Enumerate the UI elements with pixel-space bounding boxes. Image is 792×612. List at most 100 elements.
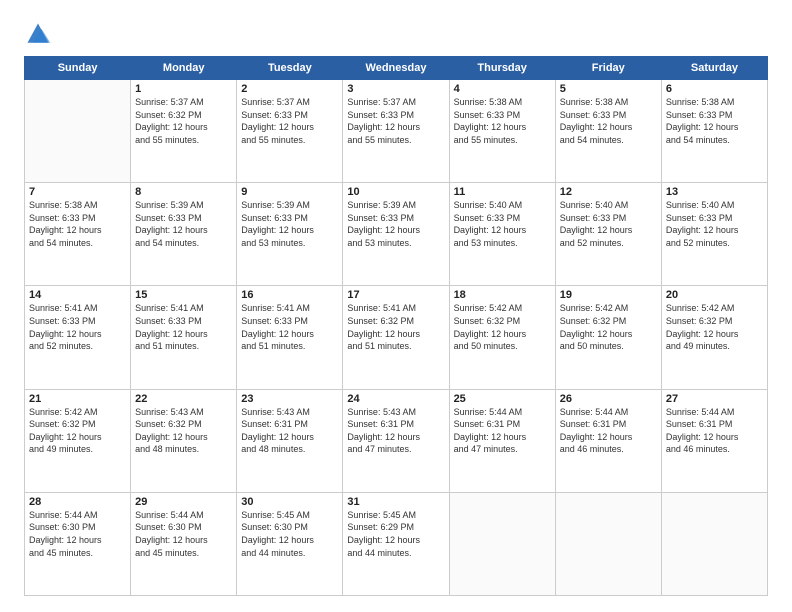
calendar-cell: 10Sunrise: 5:39 AM Sunset: 6:33 PM Dayli… — [343, 183, 449, 286]
weekday-header: Wednesday — [343, 57, 449, 80]
calendar-cell: 16Sunrise: 5:41 AM Sunset: 6:33 PM Dayli… — [237, 286, 343, 389]
calendar-cell: 20Sunrise: 5:42 AM Sunset: 6:32 PM Dayli… — [661, 286, 767, 389]
day-number: 8 — [135, 186, 232, 198]
calendar-cell: 17Sunrise: 5:41 AM Sunset: 6:32 PM Dayli… — [343, 286, 449, 389]
day-number: 22 — [135, 393, 232, 405]
day-info: Sunrise: 5:38 AM Sunset: 6:33 PM Dayligh… — [454, 96, 551, 146]
day-number: 5 — [560, 83, 657, 95]
calendar-cell: 28Sunrise: 5:44 AM Sunset: 6:30 PM Dayli… — [25, 492, 131, 595]
calendar-cell: 25Sunrise: 5:44 AM Sunset: 6:31 PM Dayli… — [449, 389, 555, 492]
logo — [24, 20, 56, 48]
day-info: Sunrise: 5:42 AM Sunset: 6:32 PM Dayligh… — [29, 406, 126, 456]
calendar-cell: 3Sunrise: 5:37 AM Sunset: 6:33 PM Daylig… — [343, 80, 449, 183]
calendar-cell: 18Sunrise: 5:42 AM Sunset: 6:32 PM Dayli… — [449, 286, 555, 389]
calendar-cell: 8Sunrise: 5:39 AM Sunset: 6:33 PM Daylig… — [131, 183, 237, 286]
header — [24, 20, 768, 48]
day-number: 21 — [29, 393, 126, 405]
day-info: Sunrise: 5:44 AM Sunset: 6:31 PM Dayligh… — [560, 406, 657, 456]
page: SundayMondayTuesdayWednesdayThursdayFrid… — [0, 0, 792, 612]
day-info: Sunrise: 5:37 AM Sunset: 6:33 PM Dayligh… — [241, 96, 338, 146]
calendar-cell: 30Sunrise: 5:45 AM Sunset: 6:30 PM Dayli… — [237, 492, 343, 595]
day-info: Sunrise: 5:41 AM Sunset: 6:33 PM Dayligh… — [135, 302, 232, 352]
day-number: 11 — [454, 186, 551, 198]
day-info: Sunrise: 5:44 AM Sunset: 6:30 PM Dayligh… — [29, 509, 126, 559]
day-number: 4 — [454, 83, 551, 95]
day-number: 10 — [347, 186, 444, 198]
day-info: Sunrise: 5:45 AM Sunset: 6:29 PM Dayligh… — [347, 509, 444, 559]
day-info: Sunrise: 5:42 AM Sunset: 6:32 PM Dayligh… — [454, 302, 551, 352]
calendar-cell: 29Sunrise: 5:44 AM Sunset: 6:30 PM Dayli… — [131, 492, 237, 595]
calendar-cell: 11Sunrise: 5:40 AM Sunset: 6:33 PM Dayli… — [449, 183, 555, 286]
day-info: Sunrise: 5:41 AM Sunset: 6:32 PM Dayligh… — [347, 302, 444, 352]
weekday-header: Tuesday — [237, 57, 343, 80]
calendar-cell: 4Sunrise: 5:38 AM Sunset: 6:33 PM Daylig… — [449, 80, 555, 183]
calendar-cell: 15Sunrise: 5:41 AM Sunset: 6:33 PM Dayli… — [131, 286, 237, 389]
weekday-header: Monday — [131, 57, 237, 80]
day-number: 23 — [241, 393, 338, 405]
day-number: 28 — [29, 496, 126, 508]
day-number: 12 — [560, 186, 657, 198]
logo-icon — [24, 20, 52, 48]
day-info: Sunrise: 5:43 AM Sunset: 6:31 PM Dayligh… — [347, 406, 444, 456]
day-info: Sunrise: 5:44 AM Sunset: 6:30 PM Dayligh… — [135, 509, 232, 559]
day-info: Sunrise: 5:41 AM Sunset: 6:33 PM Dayligh… — [29, 302, 126, 352]
day-number: 27 — [666, 393, 763, 405]
day-info: Sunrise: 5:43 AM Sunset: 6:31 PM Dayligh… — [241, 406, 338, 456]
day-info: Sunrise: 5:44 AM Sunset: 6:31 PM Dayligh… — [454, 406, 551, 456]
day-info: Sunrise: 5:45 AM Sunset: 6:30 PM Dayligh… — [241, 509, 338, 559]
calendar-table: SundayMondayTuesdayWednesdayThursdayFrid… — [24, 56, 768, 596]
calendar-cell: 27Sunrise: 5:44 AM Sunset: 6:31 PM Dayli… — [661, 389, 767, 492]
day-number: 3 — [347, 83, 444, 95]
calendar-cell: 24Sunrise: 5:43 AM Sunset: 6:31 PM Dayli… — [343, 389, 449, 492]
calendar-cell: 19Sunrise: 5:42 AM Sunset: 6:32 PM Dayli… — [555, 286, 661, 389]
calendar-cell: 22Sunrise: 5:43 AM Sunset: 6:32 PM Dayli… — [131, 389, 237, 492]
day-info: Sunrise: 5:43 AM Sunset: 6:32 PM Dayligh… — [135, 406, 232, 456]
calendar-cell: 23Sunrise: 5:43 AM Sunset: 6:31 PM Dayli… — [237, 389, 343, 492]
calendar-cell: 13Sunrise: 5:40 AM Sunset: 6:33 PM Dayli… — [661, 183, 767, 286]
day-info: Sunrise: 5:38 AM Sunset: 6:33 PM Dayligh… — [560, 96, 657, 146]
day-number: 30 — [241, 496, 338, 508]
day-number: 25 — [454, 393, 551, 405]
day-info: Sunrise: 5:44 AM Sunset: 6:31 PM Dayligh… — [666, 406, 763, 456]
day-info: Sunrise: 5:37 AM Sunset: 6:33 PM Dayligh… — [347, 96, 444, 146]
day-info: Sunrise: 5:40 AM Sunset: 6:33 PM Dayligh… — [560, 199, 657, 249]
calendar-cell: 2Sunrise: 5:37 AM Sunset: 6:33 PM Daylig… — [237, 80, 343, 183]
day-info: Sunrise: 5:39 AM Sunset: 6:33 PM Dayligh… — [135, 199, 232, 249]
calendar-week-row: 7Sunrise: 5:38 AM Sunset: 6:33 PM Daylig… — [25, 183, 768, 286]
day-number: 19 — [560, 289, 657, 301]
day-info: Sunrise: 5:40 AM Sunset: 6:33 PM Dayligh… — [666, 199, 763, 249]
day-number: 9 — [241, 186, 338, 198]
calendar-week-row: 14Sunrise: 5:41 AM Sunset: 6:33 PM Dayli… — [25, 286, 768, 389]
day-number: 7 — [29, 186, 126, 198]
day-number: 18 — [454, 289, 551, 301]
calendar-cell: 12Sunrise: 5:40 AM Sunset: 6:33 PM Dayli… — [555, 183, 661, 286]
day-number: 2 — [241, 83, 338, 95]
weekday-header: Friday — [555, 57, 661, 80]
day-number: 6 — [666, 83, 763, 95]
day-number: 16 — [241, 289, 338, 301]
calendar-cell — [661, 492, 767, 595]
calendar-cell: 1Sunrise: 5:37 AM Sunset: 6:32 PM Daylig… — [131, 80, 237, 183]
calendar-week-row: 1Sunrise: 5:37 AM Sunset: 6:32 PM Daylig… — [25, 80, 768, 183]
day-number: 31 — [347, 496, 444, 508]
calendar-cell — [449, 492, 555, 595]
day-number: 24 — [347, 393, 444, 405]
day-info: Sunrise: 5:38 AM Sunset: 6:33 PM Dayligh… — [29, 199, 126, 249]
calendar-week-row: 28Sunrise: 5:44 AM Sunset: 6:30 PM Dayli… — [25, 492, 768, 595]
day-info: Sunrise: 5:42 AM Sunset: 6:32 PM Dayligh… — [666, 302, 763, 352]
day-info: Sunrise: 5:39 AM Sunset: 6:33 PM Dayligh… — [241, 199, 338, 249]
day-info: Sunrise: 5:37 AM Sunset: 6:32 PM Dayligh… — [135, 96, 232, 146]
day-number: 15 — [135, 289, 232, 301]
day-number: 1 — [135, 83, 232, 95]
day-number: 26 — [560, 393, 657, 405]
day-info: Sunrise: 5:38 AM Sunset: 6:33 PM Dayligh… — [666, 96, 763, 146]
calendar-cell: 26Sunrise: 5:44 AM Sunset: 6:31 PM Dayli… — [555, 389, 661, 492]
calendar-cell: 7Sunrise: 5:38 AM Sunset: 6:33 PM Daylig… — [25, 183, 131, 286]
day-number: 13 — [666, 186, 763, 198]
calendar-week-row: 21Sunrise: 5:42 AM Sunset: 6:32 PM Dayli… — [25, 389, 768, 492]
weekday-header: Sunday — [25, 57, 131, 80]
calendar-cell: 21Sunrise: 5:42 AM Sunset: 6:32 PM Dayli… — [25, 389, 131, 492]
day-info: Sunrise: 5:40 AM Sunset: 6:33 PM Dayligh… — [454, 199, 551, 249]
calendar-cell: 31Sunrise: 5:45 AM Sunset: 6:29 PM Dayli… — [343, 492, 449, 595]
day-info: Sunrise: 5:39 AM Sunset: 6:33 PM Dayligh… — [347, 199, 444, 249]
